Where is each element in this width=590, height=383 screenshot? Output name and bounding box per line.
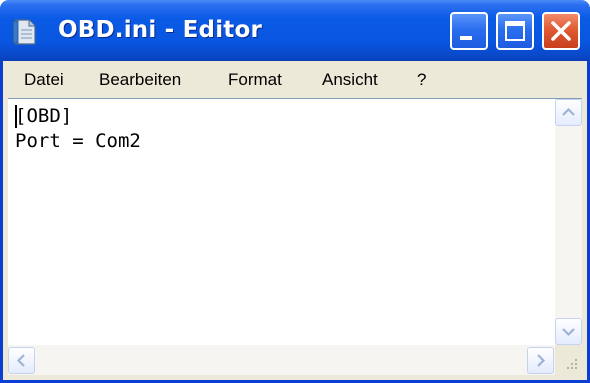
close-icon [551,21,571,41]
horizontal-scrollbar[interactable] [8,345,555,375]
menu-format[interactable]: Format [228,69,282,91]
menu-bar: Datei Bearbeiten Format Ansicht ? [3,61,587,97]
maximize-icon [505,21,525,41]
scroll-right-button[interactable] [527,347,554,374]
minimize-button[interactable] [450,12,488,50]
menu-bearbeiten[interactable]: Bearbeiten [99,69,181,91]
arrow-up-icon [562,107,575,116]
title-bar[interactable]: OBD.ini - Editor [0,0,590,61]
close-button[interactable] [542,12,580,50]
editor-window: OBD.ini - Editor Datei Bearbeiten Format… [0,0,590,383]
window-title: OBD.ini - Editor [58,17,263,43]
editor-content[interactable]: [OBD] Port = Com2 [15,104,540,154]
resize-grip[interactable] [555,345,582,375]
minimize-icon [460,36,472,40]
maximize-button[interactable] [496,12,534,50]
scroll-up-button[interactable] [555,99,582,126]
menu-help[interactable]: ? [417,69,426,91]
scroll-down-button[interactable] [555,318,582,345]
menu-ansicht[interactable]: Ansicht [322,69,378,91]
text-caret [15,105,17,128]
notepad-icon[interactable] [12,18,38,46]
arrow-down-icon [562,328,575,337]
arrow-right-icon [537,354,546,367]
menu-datei[interactable]: Datei [24,69,64,91]
scroll-left-button[interactable] [8,347,35,374]
vertical-scrollbar[interactable] [555,99,582,345]
resize-grip-icon [567,359,577,369]
arrow-left-icon [16,354,25,367]
text-area[interactable]: [OBD] Port = Com2 [8,98,582,375]
